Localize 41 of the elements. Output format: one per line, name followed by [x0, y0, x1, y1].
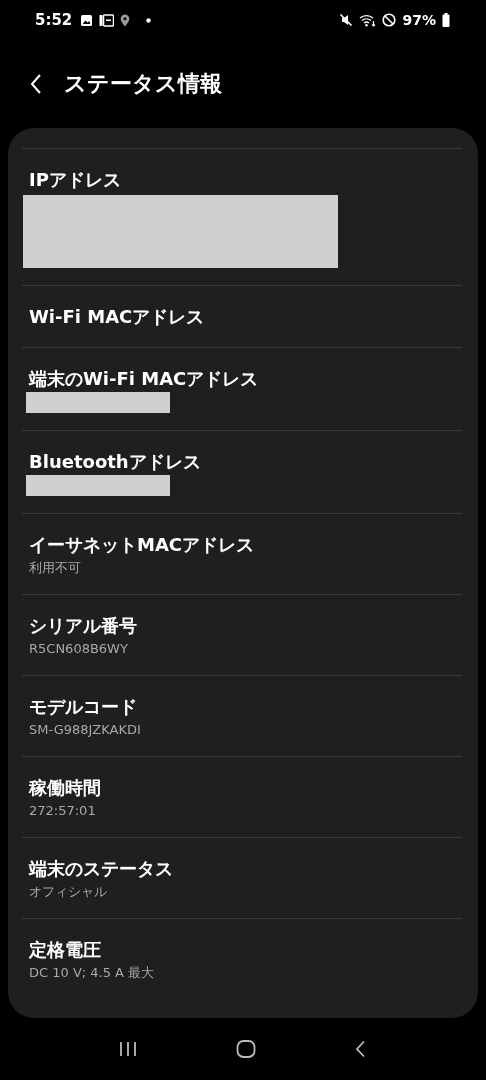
battery-icon: [442, 13, 450, 27]
back-icon: [30, 73, 42, 95]
mute-icon: [339, 13, 354, 27]
back-nav-icon[interactable]: [354, 1040, 367, 1058]
info-item[interactable]: シリアル番号 R5CN608B6WY: [22, 595, 462, 676]
item-label: 端末のステータス: [29, 857, 173, 881]
item-value: DC 10 V; 4.5 A 最大: [29, 964, 155, 982]
item-value: R5CN608B6WY: [29, 640, 128, 658]
item-value: SM-G988JZKAKDI: [29, 721, 141, 739]
location-icon: [120, 13, 131, 27]
info-item[interactable]: IPアドレス: [22, 149, 462, 286]
item-value: オフィシャル: [29, 883, 107, 901]
info-item[interactable]: Bluetoothアドレス: [22, 431, 462, 514]
notification-dot-icon: [146, 17, 152, 23]
item-value: 272:57:01: [29, 802, 96, 820]
do-not-disturb-icon: [382, 13, 397, 27]
home-icon[interactable]: [236, 1040, 256, 1058]
item-label: シリアル番号: [29, 614, 137, 638]
item-label: Bluetoothアドレス: [29, 450, 201, 474]
item-label: 稼働時間: [29, 776, 101, 800]
status-time: 5:52: [35, 11, 73, 29]
info-item[interactable]: 稼働時間 272:57:01: [22, 757, 462, 838]
info-item[interactable]: Wi-Fi MACアドレス: [22, 286, 462, 348]
page-title: ステータス情報: [64, 70, 222, 98]
item-label: モデルコード: [29, 695, 137, 719]
info-item[interactable]: 定格電圧 DC 10 V; 4.5 A 最大: [22, 919, 462, 999]
item-label: 定格電圧: [29, 938, 101, 962]
item-label: イーサネットMACアドレス: [29, 533, 255, 557]
item-label: 端末のWi-Fi MACアドレス: [29, 367, 259, 391]
info-item[interactable]: 端末のWi-Fi MACアドレス: [22, 348, 462, 431]
card-icon: [99, 13, 115, 27]
info-item[interactable]: イーサネットMACアドレス 利用不可: [22, 514, 462, 595]
recent-apps-icon[interactable]: [119, 1041, 138, 1057]
info-item[interactable]: モデルコード SM-G988JZKAKDI: [22, 676, 462, 757]
item-label: Wi-Fi MACアドレス: [29, 305, 205, 329]
battery-percentage: 97%: [402, 12, 436, 28]
info-item[interactable]: 端末のステータス オフィシャル: [22, 838, 462, 919]
wifi-icon: [359, 13, 377, 27]
gallery-icon: [80, 13, 94, 27]
item-label: IPアドレス: [29, 168, 121, 192]
item-value: 利用不可: [29, 559, 81, 577]
